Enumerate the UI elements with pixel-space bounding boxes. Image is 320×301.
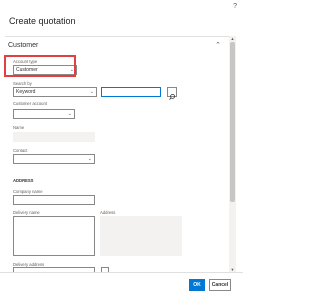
search-by-label: Search by	[13, 81, 32, 86]
contact-label: Contact	[13, 148, 28, 153]
scrollbar-thumb[interactable]	[230, 42, 235, 202]
name-field	[13, 132, 95, 142]
name-label: Name	[13, 125, 25, 130]
customer-account-select[interactable]: ⌄	[13, 109, 75, 119]
scroll-up-icon[interactable]: ▲	[229, 36, 236, 41]
dialog-title: Create quotation	[9, 16, 76, 26]
delivery-name-label: Delivery name	[13, 210, 40, 215]
contact-select[interactable]: ⌄	[13, 154, 95, 164]
search-by-select[interactable]: Keyword ⌄	[13, 87, 97, 97]
chevron-down-icon: ⌄	[89, 89, 94, 95]
company-name-label: Company name	[13, 189, 43, 194]
chevron-down-icon: ⌄	[67, 111, 72, 117]
ok-button[interactable]: OK	[189, 279, 205, 291]
create-quotation-dialog: ? Create quotation Customer ⌃ Account ty…	[0, 0, 243, 301]
address-label: Address	[100, 210, 116, 215]
question-mark-icon[interactable]: ?	[233, 3, 237, 10]
delivery-name-textarea[interactable]	[13, 216, 95, 256]
account-type-highlight	[4, 55, 76, 77]
dialog-footer: OK Cancel	[0, 272, 243, 301]
vertical-scrollbar[interactable]: ▲ ▼	[229, 36, 236, 272]
company-name-input[interactable]	[13, 195, 95, 205]
search-input[interactable]	[101, 87, 161, 97]
search-icon	[169, 94, 175, 100]
address-field	[100, 216, 182, 256]
search-button[interactable]	[167, 87, 177, 100]
chevron-down-icon: ⌄	[87, 156, 92, 162]
customer-account-label: Customer account	[13, 101, 47, 106]
chevron-up-icon[interactable]: ⌃	[215, 41, 221, 49]
cancel-button[interactable]: Cancel	[209, 279, 231, 291]
search-by-value: Keyword	[16, 89, 36, 95]
section-header[interactable]: Customer	[8, 42, 38, 49]
address-heading: ADDRESS	[13, 178, 34, 183]
